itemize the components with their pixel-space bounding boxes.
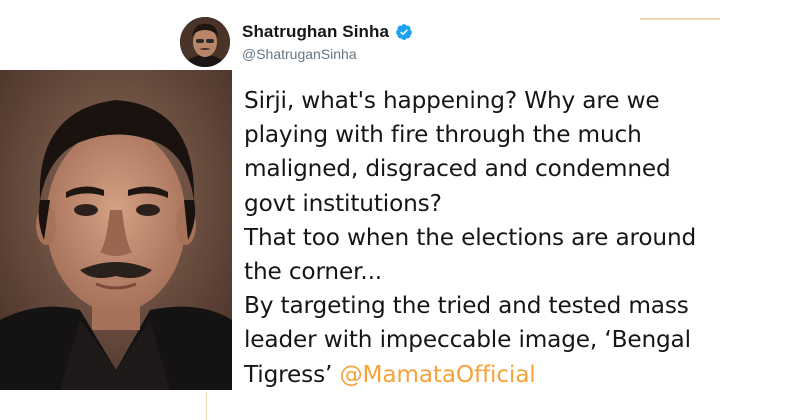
tweet-text-line: the corner... [244, 258, 383, 286]
display-name[interactable]: Shatrughan Sinha [242, 22, 389, 42]
mention-link[interactable]: @MamataOfficial [339, 361, 535, 388]
profile-photo [0, 70, 232, 390]
tweet-text: Sirji, what's happening? Why are we play… [244, 84, 794, 392]
decorative-accent-line [640, 18, 720, 20]
tweet-text-line: leader with impeccable image, ‘Bengal [244, 326, 691, 354]
tweet-text-last-line: Tigress’ @MamataOfficial [244, 358, 794, 392]
avatar[interactable] [180, 17, 230, 67]
tweet-text-line: govt institutions? [244, 189, 442, 217]
tweet-text-line: maligned, disgraced and condemned [244, 155, 671, 183]
tweet-text-line: By targeting the tried and tested mass [244, 292, 689, 320]
verified-badge-icon [395, 23, 413, 41]
tweet-text-line: That too when the elections are around [244, 223, 697, 251]
handle[interactable]: @ShatruganSinha [242, 46, 413, 62]
tweet-text-line: playing with fire through the much [244, 121, 642, 149]
author-names: Shatrughan Sinha @ShatruganSinha [242, 22, 413, 62]
tweet-text-line: Sirji, what's happening? Why are we [244, 87, 660, 114]
tweet-text-fragment: Tigress’ [244, 360, 340, 388]
tweet-header: Shatrughan Sinha @ShatruganSinha [180, 14, 413, 70]
decorative-divider-line [206, 392, 207, 420]
